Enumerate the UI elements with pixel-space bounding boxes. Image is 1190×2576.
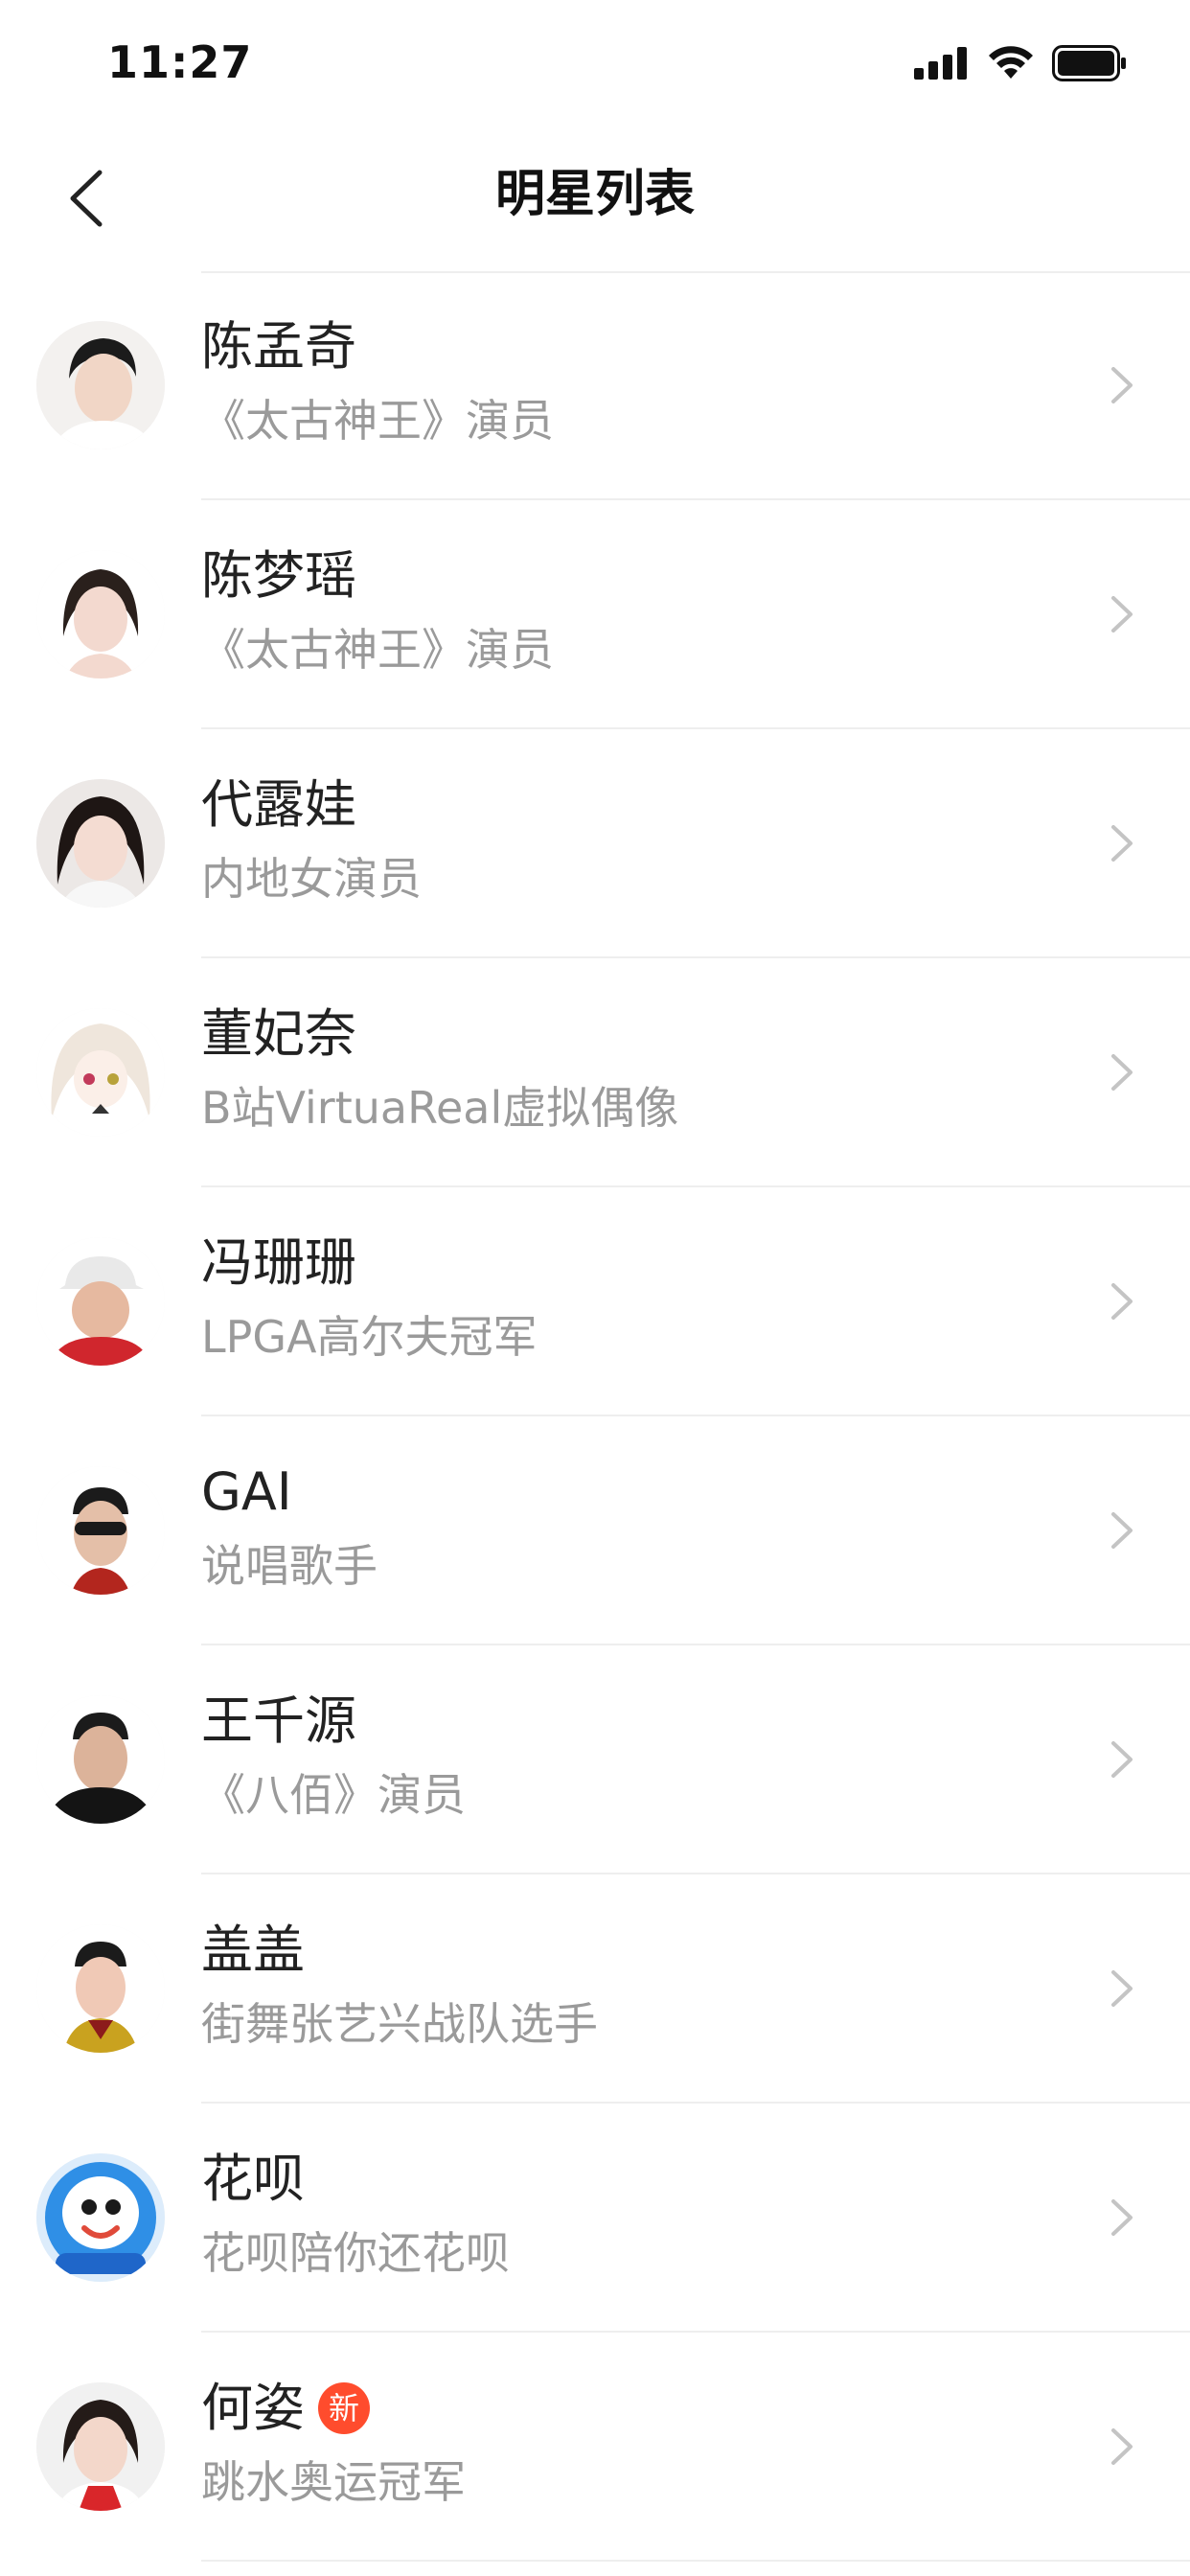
avatar xyxy=(36,1466,165,1595)
celebrity-list: 陈孟奇 《太古神王》演员 陈梦瑶 《太古神王》演员 代露娃 内地女演员 董妃奈 … xyxy=(0,271,1190,2562)
list-item[interactable]: 花呗 花呗陪你还花呗 xyxy=(0,2104,1190,2333)
list-item[interactable]: GAI 说唱歌手 xyxy=(0,1416,1190,1645)
item-subtitle: 《太古神王》演员 xyxy=(201,395,554,447)
list-item[interactable]: 冯珊珊 LPGA高尔夫冠军 xyxy=(0,1187,1190,1416)
avatar xyxy=(36,1924,165,2053)
chevron-right-icon xyxy=(1111,2199,1133,2236)
list-item[interactable]: 何姿新 跳水奥运冠军 xyxy=(0,2333,1190,2562)
navigation-bar: 明星列表 xyxy=(0,126,1190,270)
status-bar: 11:27 xyxy=(0,0,1190,126)
avatar xyxy=(36,2153,165,2282)
item-name: 陈孟奇 xyxy=(201,316,356,377)
list-item[interactable]: 董妃奈 B站VirtuaReal虚拟偶像 xyxy=(0,958,1190,1187)
avatar xyxy=(36,2382,165,2511)
avatar xyxy=(36,1237,165,1366)
list-item[interactable]: 代露娃 内地女演员 xyxy=(0,729,1190,958)
list-item[interactable]: 陈孟奇 《太古神王》演员 xyxy=(0,271,1190,500)
item-subtitle: 说唱歌手 xyxy=(201,1540,378,1592)
chevron-right-icon xyxy=(1111,1741,1133,1778)
item-subtitle: 《八佰》演员 xyxy=(201,1769,466,1821)
chevron-right-icon xyxy=(1111,596,1133,632)
item-subtitle: 街舞张艺兴战队选手 xyxy=(201,1998,598,2050)
item-name: 代露娃 xyxy=(201,774,356,835)
list-item[interactable]: 陈梦瑶 《太古神王》演员 xyxy=(0,500,1190,729)
item-subtitle: B站VirtuaReal虚拟偶像 xyxy=(201,1082,679,1134)
status-time: 11:27 xyxy=(107,36,253,88)
wifi-icon xyxy=(989,46,1033,79)
item-name: 花呗 xyxy=(201,2149,305,2209)
chevron-right-icon xyxy=(1111,1054,1133,1091)
chevron-right-icon xyxy=(1111,1283,1133,1320)
signal-icon xyxy=(914,47,967,80)
avatar xyxy=(36,550,165,678)
chevron-right-icon xyxy=(1111,1512,1133,1549)
page-title: 明星列表 xyxy=(494,166,695,223)
avatar xyxy=(36,1008,165,1137)
item-subtitle: 内地女演员 xyxy=(201,853,422,905)
item-name: 董妃奈 xyxy=(201,1003,356,1064)
item-name: 何姿新 xyxy=(201,2375,370,2442)
status-icons xyxy=(914,44,1127,82)
item-subtitle: 《太古神王》演员 xyxy=(201,624,554,676)
list-item[interactable]: 盖盖 街舞张艺兴战队选手 xyxy=(0,1874,1190,2104)
item-subtitle: LPGA高尔夫冠军 xyxy=(201,1311,538,1363)
item-name: 盖盖 xyxy=(201,1920,305,1980)
avatar xyxy=(36,779,165,908)
avatar xyxy=(36,321,165,449)
chevron-right-icon xyxy=(1111,2428,1133,2465)
item-name: 王千源 xyxy=(201,1690,356,1751)
chevron-right-icon xyxy=(1111,1970,1133,2007)
avatar xyxy=(36,1695,165,1824)
chevron-right-icon xyxy=(1111,825,1133,862)
list-item[interactable]: 王千源 《八佰》演员 xyxy=(0,1645,1190,1874)
item-name: 陈梦瑶 xyxy=(201,545,356,606)
new-badge: 新 xyxy=(318,2382,370,2434)
item-subtitle: 跳水奥运冠军 xyxy=(201,2456,466,2508)
chevron-right-icon xyxy=(1111,367,1133,403)
item-subtitle: 花呗陪你还花呗 xyxy=(201,2227,510,2279)
item-name: 冯珊珊 xyxy=(201,1232,356,1293)
battery-icon xyxy=(1052,45,1126,81)
item-name: GAI xyxy=(201,1461,292,1522)
